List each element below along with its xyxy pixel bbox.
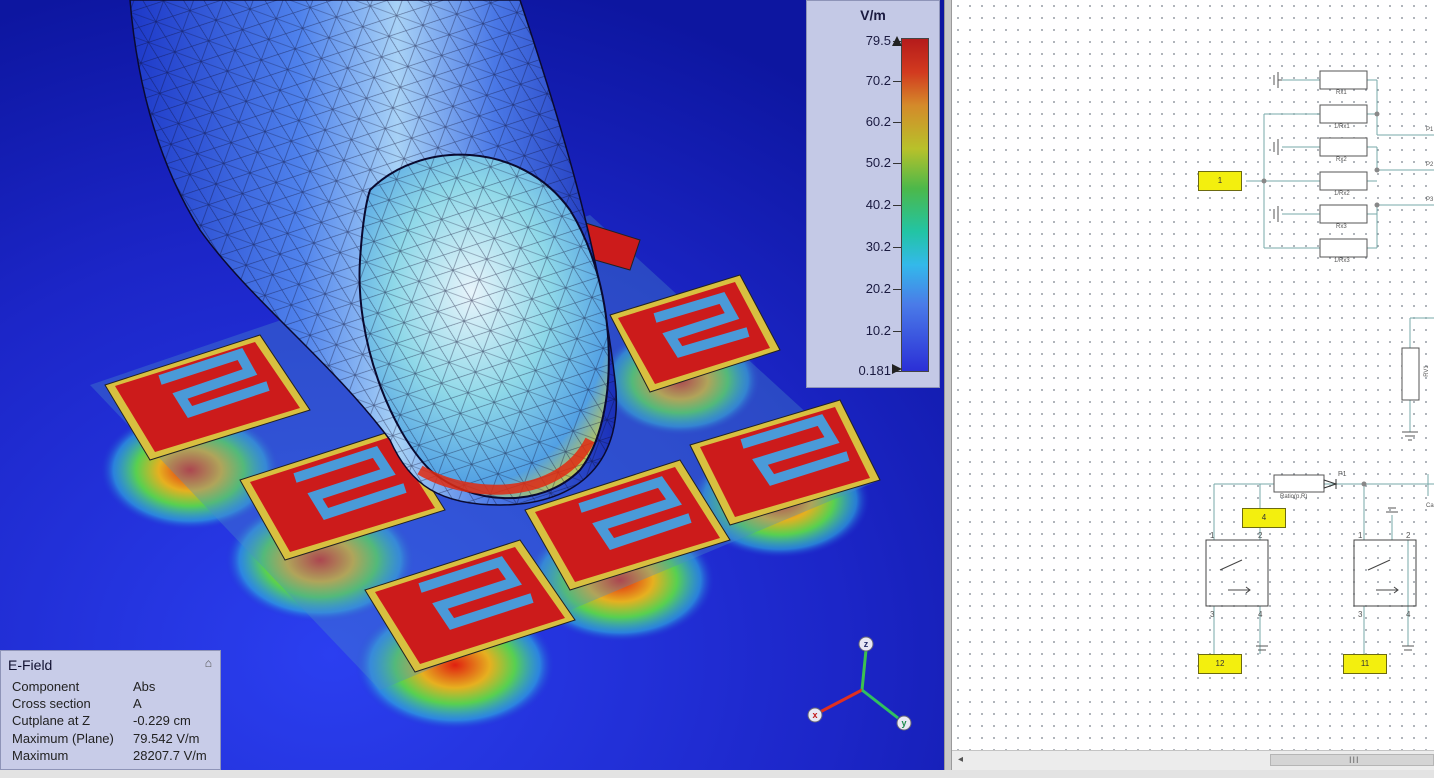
legend-unit: V/m [860,7,886,23]
resistor-label: Rx2 [1336,157,1347,163]
resistor-label: Rx3 [1336,224,1347,230]
legend-max-marker-icon[interactable] [891,35,903,47]
info-value: A [133,696,142,711]
cap-label: Ca [1426,503,1434,509]
info-value: 28207.7 V/m [133,748,207,763]
output-label: P2 [1426,162,1434,168]
axis-y-label: y [901,718,906,728]
info-key: Maximum [12,748,69,763]
pin-label: 1 [1210,531,1215,540]
legend-tick: 40.2 [827,197,901,212]
input-port-1[interactable]: 1 [1198,171,1242,191]
input-port-11[interactable]: 11 [1343,654,1387,674]
info-value: Abs [133,679,156,694]
scroll-left-icon[interactable]: ◂ [958,754,963,765]
legend-tick: 0.181 [827,363,901,378]
collapse-icon[interactable]: ⌂ [205,656,212,670]
p1-label: P1 [1338,471,1347,478]
resistor-label: Rx1 [1336,90,1347,96]
pin-label: 2 [1406,531,1411,540]
resistor-label: 1/Rx3 [1334,258,1350,264]
resistor-label: 1/Rx2 [1334,191,1350,197]
axis-z-label: z [864,639,869,649]
info-title: E-Field [8,657,53,673]
horizontal-scrollbar[interactable]: ◂ III [952,750,1434,770]
resistor-label: 1/Rx1 [1334,124,1350,130]
legend-colorbar [901,38,929,372]
info-key: Cutplane at Z [12,713,91,728]
scroll-grip-icon: III [1349,755,1360,765]
schematic-canvas[interactable]: 1 4 12 11 Rx1 1/Rx1 Rx2 1/Rx2 Rx3 1/Rx3 … [952,0,1434,750]
axis-x-label: x [812,710,817,720]
resistor-bank [1273,70,1420,493]
legend-min-marker-icon[interactable] [891,363,903,375]
rv-label: RV1 [1423,365,1430,377]
info-value: 79.542 V/m [133,731,200,746]
input-port-4[interactable]: 4 [1242,508,1286,528]
status-strip [0,770,1434,778]
efield-info-panel: E-Field ⌂ Component Abs Cross section A … [0,650,221,770]
ratio-label: Ratio(p,R) [1280,494,1308,500]
pin-label: 1 [1358,531,1363,540]
color-legend: V/m 79.5 70.2 60.2 50.2 40.2 30.2 20.2 1… [806,0,940,388]
legend-tick: 79.5 [827,33,901,48]
pin-label: 4 [1258,610,1263,619]
legend-tick: 50.2 [827,155,901,170]
legend-tick: 30.2 [827,239,901,254]
output-label: P1 [1426,127,1434,133]
info-key: Component [12,679,80,694]
legend-tick: 60.2 [827,114,901,129]
field-simulation-view[interactable]: z x y V/m 79.5 70.2 60.2 50.2 40.2 30.2 … [0,0,944,770]
scroll-thumb[interactable]: III [1270,754,1434,766]
legend-tick: 20.2 [827,281,901,296]
info-key: Maximum (Plane) [12,731,114,746]
output-label: P3 [1426,197,1434,203]
input-port-12[interactable]: 12 [1198,654,1242,674]
switch-blocks [1205,539,1417,607]
legend-tick: 70.2 [827,73,901,88]
pin-label: 3 [1210,610,1215,619]
schematic-wiring [1205,70,1434,654]
info-key: Cross section [12,696,91,711]
pane-splitter[interactable] [944,0,952,778]
pin-label: 3 [1358,610,1363,619]
legend-tick: 10.2 [827,323,901,338]
pin-label: 2 [1258,531,1263,540]
info-value: -0.229 cm [133,713,191,728]
pin-label: 4 [1406,610,1411,619]
